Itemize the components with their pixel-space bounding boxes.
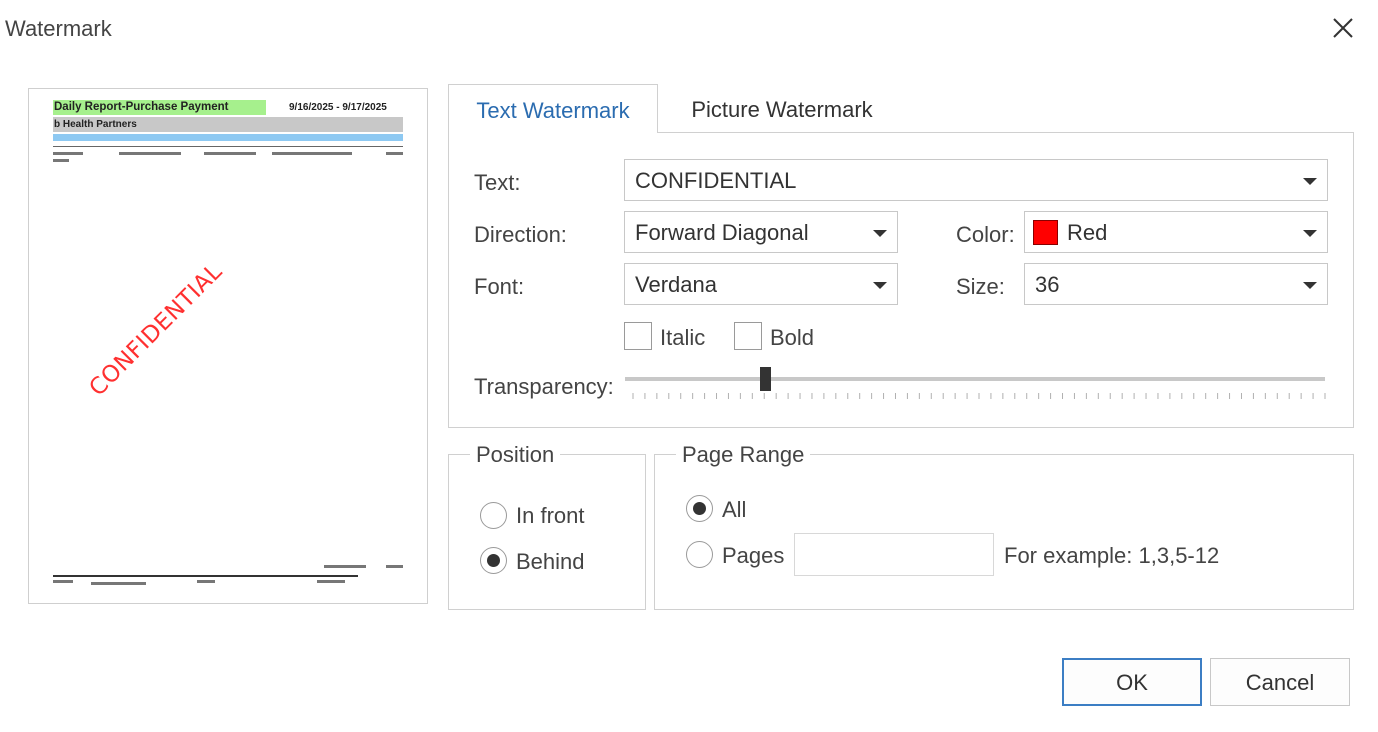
preview-footer-text — [53, 580, 73, 583]
preview-row — [119, 152, 181, 155]
direction-value: Forward Diagonal — [635, 220, 809, 245]
position-title: Position — [470, 442, 561, 468]
preview-subheader: b Health Partners — [53, 117, 403, 132]
preview-footer-total — [324, 565, 366, 568]
pages-example-hint: For example: 1,3,5-12 — [1004, 543, 1220, 568]
all-pages-label[interactable]: All — [722, 497, 746, 523]
pages-label[interactable]: Pages — [722, 543, 784, 569]
font-label: Font: — [474, 274, 525, 299]
behind-label[interactable]: Behind — [516, 549, 585, 575]
preview-header-rule — [53, 146, 403, 147]
transparency-ticks — [632, 393, 1326, 399]
transparency-label: Transparency: — [474, 374, 614, 399]
color-label: Color: — [956, 222, 1015, 247]
tab-picture-watermark[interactable]: Picture Watermark — [660, 84, 904, 133]
size-combobox[interactable]: 36 — [1024, 263, 1328, 305]
chevron-down-icon — [873, 230, 887, 237]
behind-radio[interactable] — [480, 547, 507, 574]
font-dropdown[interactable]: Verdana — [624, 263, 898, 305]
preview-footer-text — [197, 580, 215, 583]
chevron-down-icon — [1303, 282, 1317, 289]
preview-report-title: Daily Report-Purchase Payment — [53, 100, 266, 115]
ok-button[interactable]: OK — [1062, 658, 1202, 706]
close-button[interactable] — [1329, 14, 1357, 42]
text-value: CONFIDENTIAL — [635, 168, 797, 193]
text-combobox[interactable]: CONFIDENTIAL — [624, 159, 1328, 201]
size-label: Size: — [956, 274, 1005, 299]
page-range-group — [654, 454, 1354, 610]
dialog-title: Watermark — [5, 16, 112, 41]
close-icon — [1333, 18, 1353, 38]
tab-text-watermark[interactable]: Text Watermark — [448, 84, 658, 133]
transparency-slider-thumb[interactable] — [760, 367, 771, 391]
font-value: Verdana — [635, 272, 717, 297]
color-dropdown[interactable]: Red — [1024, 211, 1328, 253]
cancel-button[interactable]: Cancel — [1210, 658, 1350, 706]
text-label: Text: — [474, 170, 521, 195]
preview-row — [53, 159, 69, 162]
pages-input[interactable] — [794, 533, 994, 576]
preview-column-band — [53, 134, 403, 141]
preview-row — [53, 152, 83, 155]
preview-footer-rule — [53, 575, 358, 577]
italic-checkbox[interactable] — [624, 322, 652, 350]
preview-watermark-text: CONFIDENTIAL — [84, 258, 228, 402]
preview-date-range: 9/16/2025 - 9/17/2025 — [289, 102, 387, 113]
watermark-preview: Daily Report-Purchase Payment 9/16/2025 … — [28, 88, 428, 604]
pages-radio[interactable] — [686, 541, 713, 568]
chevron-down-icon — [1303, 230, 1317, 237]
preview-footer-text — [317, 580, 345, 583]
preview-footer-total — [386, 565, 403, 568]
preview-row — [272, 152, 352, 155]
bold-label[interactable]: Bold — [770, 325, 814, 351]
direction-dropdown[interactable]: Forward Diagonal — [624, 211, 898, 253]
color-swatch — [1033, 220, 1058, 245]
preview-row — [386, 152, 403, 155]
transparency-slider-track[interactable] — [625, 377, 1325, 381]
chevron-down-icon — [873, 282, 887, 289]
size-value: 36 — [1035, 272, 1060, 297]
preview-row — [204, 152, 256, 155]
color-value: Red — [1067, 220, 1108, 245]
in-front-label[interactable]: In front — [516, 503, 584, 529]
preview-footer-text — [91, 582, 146, 585]
in-front-radio[interactable] — [480, 502, 507, 529]
chevron-down-icon — [1303, 178, 1317, 185]
page-range-title: Page Range — [676, 442, 811, 468]
all-pages-radio[interactable] — [686, 495, 713, 522]
position-group — [448, 454, 646, 610]
direction-label: Direction: — [474, 222, 567, 247]
italic-label[interactable]: Italic — [660, 325, 705, 351]
bold-checkbox[interactable] — [734, 322, 762, 350]
